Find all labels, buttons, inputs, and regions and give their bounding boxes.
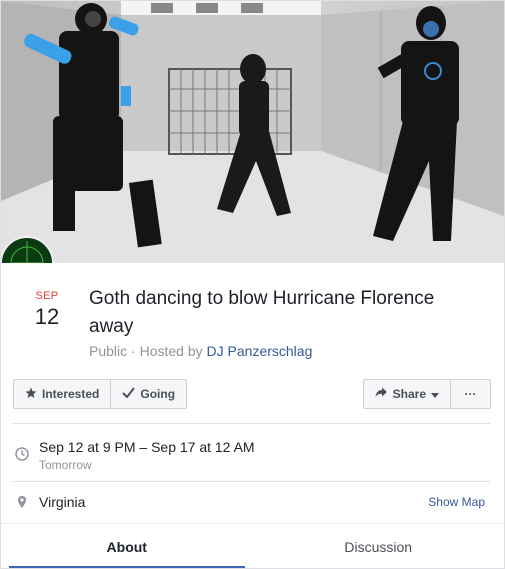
clock-icon	[15, 447, 29, 461]
tab-about[interactable]: About	[1, 524, 253, 568]
event-time-relative: Tomorrow	[39, 458, 92, 472]
show-map-link[interactable]: Show Map	[428, 495, 485, 509]
event-title: Goth dancing to blow Hurricane Florence …	[89, 288, 435, 337]
cover-photo[interactable]	[1, 1, 504, 263]
share-buttons: Share ···	[362, 379, 491, 409]
cover-photo-image	[1, 1, 504, 263]
share-arrow-icon	[375, 387, 388, 401]
star-icon	[25, 387, 37, 402]
tab-discussion[interactable]: Discussion	[253, 524, 505, 568]
event-time[interactable]: Sep 12 at 9 PM – Sep 17 at 12 AM	[39, 439, 255, 455]
event-date: SEP 12	[27, 290, 67, 330]
privacy-label: Public	[89, 343, 128, 359]
interested-label: Interested	[42, 387, 100, 401]
event-day: 12	[34, 304, 60, 329]
share-label: Share	[392, 387, 426, 401]
location-pin-icon	[15, 495, 29, 509]
event-card: SEP 12 Goth dancing to blow Hurricane Fl…	[0, 0, 505, 569]
share-button[interactable]: Share	[364, 380, 450, 408]
going-label: Going	[140, 387, 176, 401]
rsvp-buttons: Interested Going	[13, 379, 188, 409]
event-month: SEP	[35, 290, 59, 302]
going-button[interactable]: Going	[110, 380, 186, 408]
host-link[interactable]: DJ Panzerschlag	[207, 343, 313, 359]
meta-separator: ·	[127, 343, 140, 359]
event-meta: Public · Hosted by DJ Panzerschlag	[89, 343, 312, 359]
hosted-by-label: Hosted by	[139, 343, 207, 359]
caret-down-icon	[431, 387, 439, 401]
divider	[13, 481, 490, 482]
event-location[interactable]: Virginia	[39, 494, 85, 510]
divider	[13, 423, 490, 424]
event-tabs: About Discussion	[1, 523, 505, 568]
interested-button[interactable]: Interested	[14, 380, 110, 408]
more-options-button[interactable]: ···	[450, 380, 490, 408]
check-icon	[122, 387, 136, 401]
